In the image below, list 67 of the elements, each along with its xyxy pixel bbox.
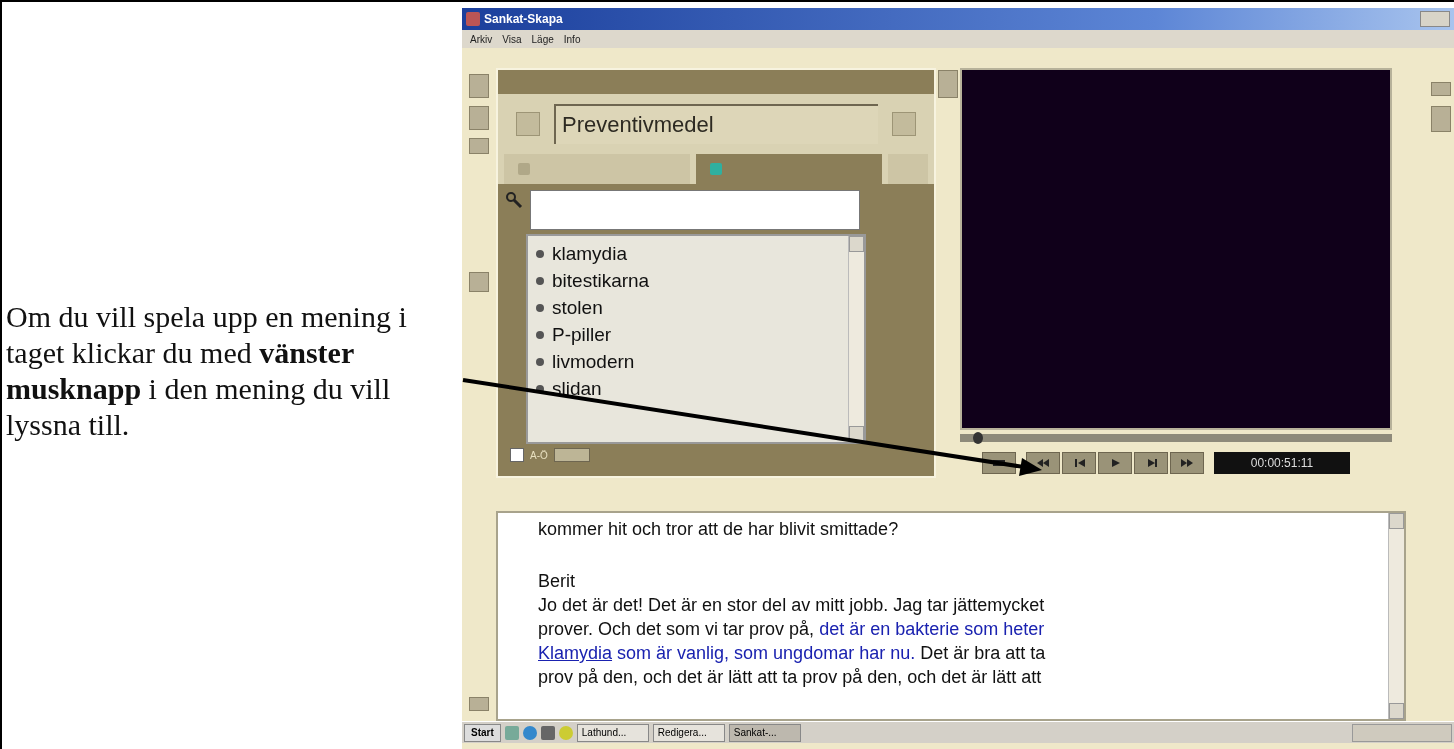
bullet-icon	[536, 330, 544, 339]
transport-icon	[1109, 458, 1121, 468]
taskbar-task[interactable]: Sankat-...	[728, 723, 801, 742]
search-field[interactable]	[530, 190, 860, 230]
word-item[interactable]: stolen	[552, 296, 603, 319]
transcript-text: Jo det är det! Det är en stor del av mitt jobb. Jag tar jättemycket	[538, 595, 1045, 615]
bullet-icon	[536, 357, 544, 366]
transport-button[interactable]	[1170, 452, 1204, 474]
quick-launch-icon[interactable]	[504, 725, 519, 740]
word-item[interactable]: P-piller	[552, 323, 612, 346]
start-button[interactable]: Start	[464, 723, 501, 742]
tool-icon[interactable]	[1431, 82, 1451, 96]
transcript-text: det är en bakterie som heter	[819, 619, 1045, 639]
transcript-text: kommer hit och tror att de har blivit smittade?	[538, 519, 899, 539]
bullet-icon	[536, 384, 544, 393]
panel-button[interactable]	[892, 112, 916, 136]
scrollbar[interactable]	[1388, 513, 1404, 719]
panel-tab[interactable]	[696, 154, 882, 184]
transport-icon	[1145, 458, 1157, 468]
tool-icon[interactable]	[469, 697, 489, 711]
slider-thumb[interactable]	[972, 432, 983, 444]
bullet-icon	[536, 249, 544, 258]
timecode: 00:00:51:11	[1214, 452, 1350, 474]
taskbar-task[interactable]: Redigera...	[652, 723, 725, 742]
transport-button[interactable]	[1134, 452, 1168, 474]
small-button[interactable]	[553, 448, 590, 462]
word-item[interactable]: bitestikarna	[552, 269, 650, 292]
transport-icon	[1037, 458, 1049, 468]
word-link[interactable]: Klamydia	[538, 643, 613, 663]
scrollbar[interactable]	[848, 236, 864, 442]
transport-button[interactable]	[1098, 452, 1132, 474]
menu-item[interactable]: Läge	[531, 33, 554, 45]
tool-icon[interactable]	[1431, 106, 1451, 132]
menu-item[interactable]: Arkiv	[470, 33, 493, 45]
checkbox-label: A-Ö	[530, 449, 548, 461]
transcript-text: som är vanlig, som ungdomar har nu.	[617, 643, 916, 663]
menu-item[interactable]: Visa	[502, 33, 522, 45]
panel-button[interactable]	[516, 112, 540, 136]
menu-item[interactable]: Info	[563, 33, 581, 45]
transcript-text: Berit	[538, 571, 575, 591]
window-controls-icon[interactable]	[1420, 11, 1450, 27]
quick-launch-icon[interactable]	[522, 725, 537, 740]
word-item[interactable]: livmodern	[552, 350, 635, 373]
bullet-icon	[536, 303, 544, 312]
transcript-text: Det är bra att ta	[920, 643, 1046, 663]
tool-icon[interactable]	[469, 138, 489, 154]
transport-icon	[1073, 458, 1085, 468]
app-icon	[466, 12, 480, 26]
checkbox[interactable]	[510, 448, 524, 462]
topic-field[interactable]: Preventivmedel	[554, 104, 878, 144]
position-slider[interactable]	[960, 434, 1392, 442]
transport-button[interactable]	[1062, 452, 1096, 474]
taskbar-task[interactable]: Lathund...	[576, 723, 649, 742]
instruction-text: Om du vill spela upp en mening i taget klickar du med vänster musknapp i den mening du vill lyssna till.	[6, 298, 408, 443]
search-icon	[504, 190, 524, 210]
transcript-text: prov på den, och det är lätt att ta prov på den, och det är lätt att	[538, 667, 1042, 687]
tool-icon[interactable]	[469, 106, 489, 130]
window-title: Sankat-Skapa	[484, 12, 563, 26]
tool-icon[interactable]	[469, 74, 489, 98]
tab-icon	[710, 163, 722, 175]
transcript-text: prover. Och det som vi tar prov på,	[538, 619, 815, 639]
quick-launch-icon[interactable]	[540, 725, 555, 740]
tab-icon	[518, 163, 530, 175]
panel-tab[interactable]	[504, 154, 690, 184]
transport-icon	[1181, 458, 1193, 468]
bullet-icon	[536, 276, 544, 285]
word-item[interactable]: klamydia	[552, 242, 627, 265]
